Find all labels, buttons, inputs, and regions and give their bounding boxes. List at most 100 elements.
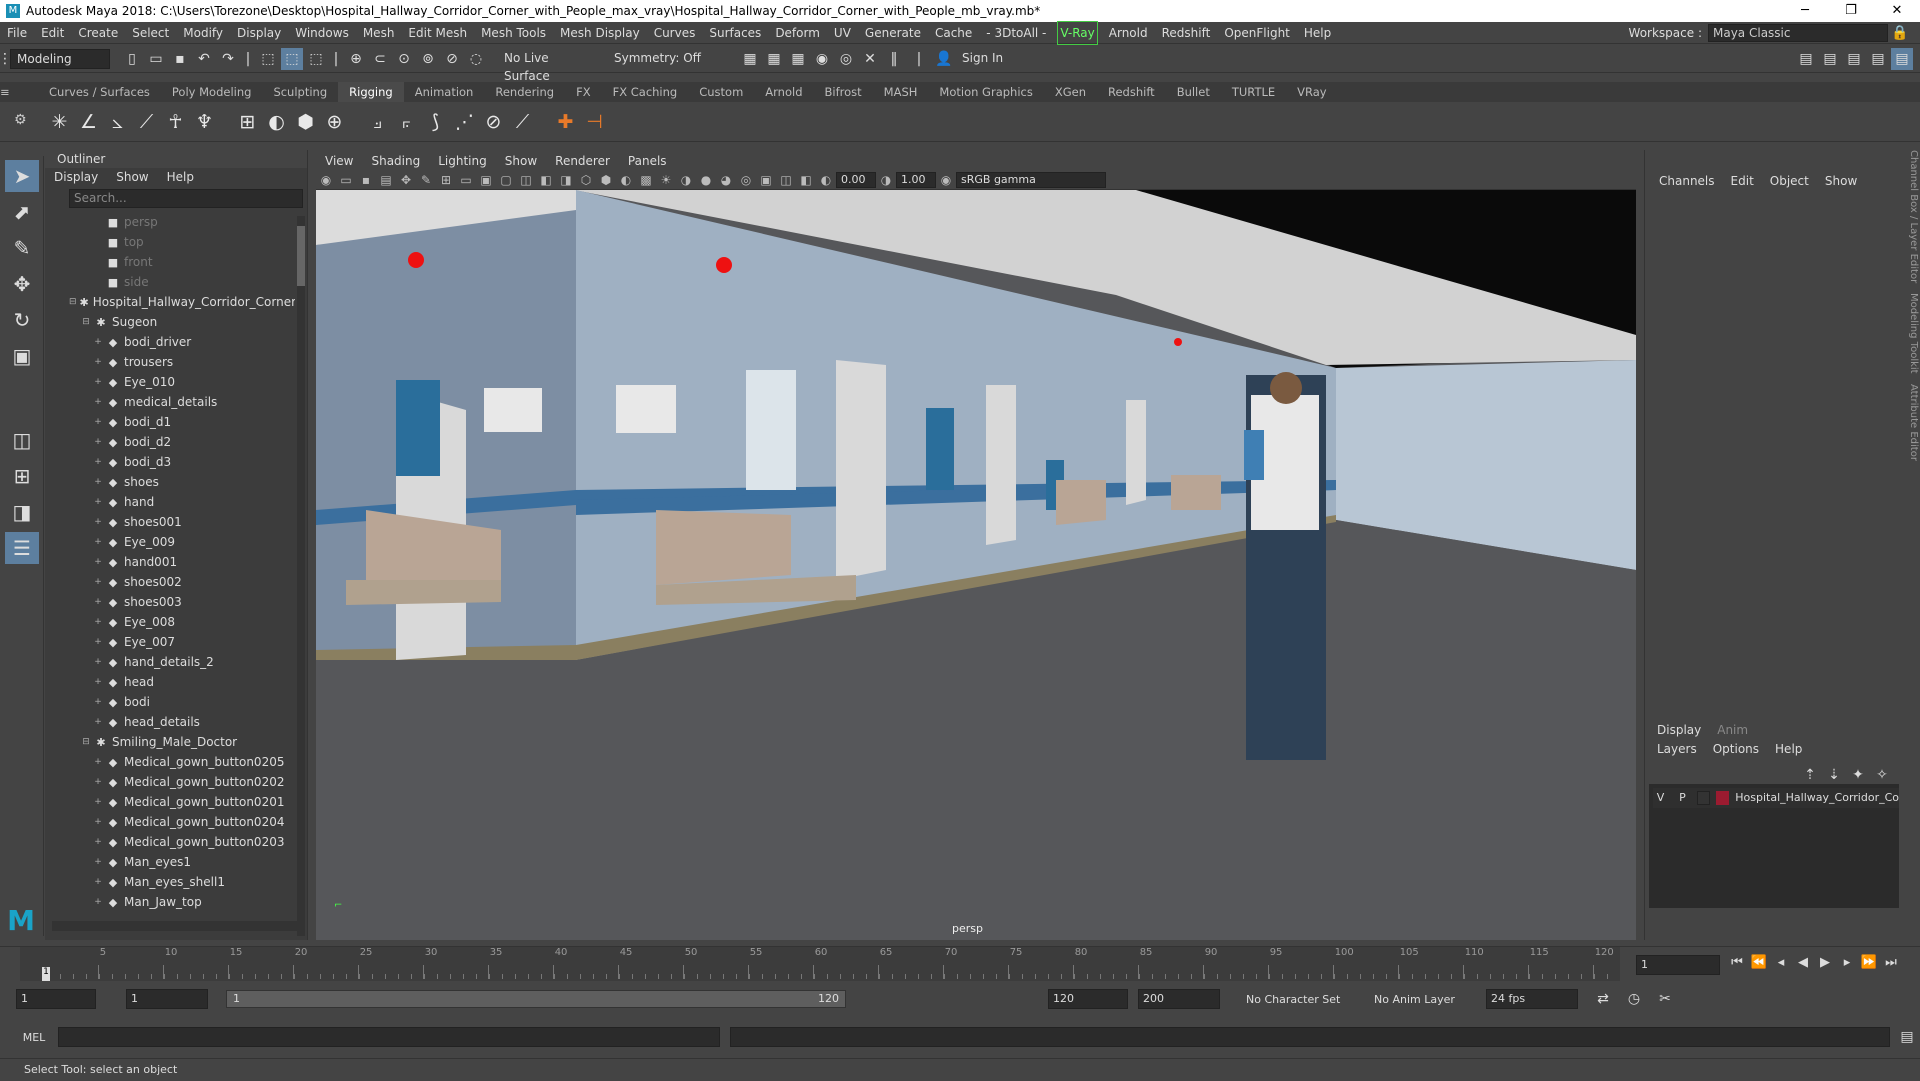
side-tab-modeling-toolkit[interactable]: Modeling Toolkit: [1908, 293, 1919, 374]
two-view-icon[interactable]: ◨: [5, 496, 39, 528]
render-frame-icon[interactable]: ▦: [763, 48, 785, 70]
aim-constraint-icon[interactable]: ⊣: [581, 107, 608, 137]
outliner-mesh-item[interactable]: +◆Man_hair1: [45, 912, 295, 914]
outliner-camera[interactable]: ■ persp: [45, 212, 295, 232]
outliner-mesh-item[interactable]: + ◆ Man_eyes1: [45, 852, 295, 872]
outliner-mesh-item[interactable]: + ◆ Medical_gown_button0204: [45, 812, 295, 832]
close-button[interactable]: ✕: [1874, 0, 1920, 22]
outliner-mesh-item[interactable]: + ◆ Medical_gown_button0205: [45, 752, 295, 772]
menu-curves[interactable]: Curves: [647, 22, 703, 44]
expand-toggle-icon[interactable]: +: [93, 797, 103, 807]
gate-mask-icon[interactable]: ▢: [496, 171, 516, 189]
pause-icon[interactable]: ‖: [883, 48, 905, 70]
expand-toggle-icon[interactable]: ⊟: [69, 297, 77, 307]
layers-menu-layers[interactable]: Layers: [1649, 740, 1705, 758]
range-slider[interactable]: 1 120: [226, 990, 846, 1008]
outliner-mesh-item[interactable]: + ◆ Eye_008: [45, 612, 295, 632]
menu-mesh[interactable]: Mesh: [356, 22, 402, 44]
side-tab-channel-box[interactable]: Channel Box / Layer Editor: [1908, 150, 1919, 283]
anti-alias-icon[interactable]: ◎: [736, 171, 756, 189]
snap-curve-icon[interactable]: ⊂: [369, 48, 391, 70]
blend-shape-icon[interactable]: ⊘: [480, 107, 507, 137]
expand-toggle-icon[interactable]: +: [93, 417, 103, 427]
gamma-field[interactable]: 1.00: [896, 172, 936, 188]
outliner-mesh-item[interactable]: + ◆ bodi_d2: [45, 432, 295, 452]
animation-start-field[interactable]: 1: [16, 989, 96, 1009]
cb-menu-edit[interactable]: Edit: [1723, 170, 1762, 192]
select-component-icon[interactable]: ⬚: [305, 48, 327, 70]
new-layer-selected-icon[interactable]: ✧: [1871, 764, 1893, 786]
textured-icon[interactable]: ▩: [636, 171, 656, 189]
outliner-camera[interactable]: ■ front: [45, 252, 295, 272]
isolate-icon[interactable]: ▣: [756, 171, 776, 189]
expand-toggle-icon[interactable]: +: [93, 577, 103, 587]
character-set-dropdown[interactable]: No Character Set: [1246, 993, 1356, 1006]
symmetry-dropdown[interactable]: Symmetry: Off: [608, 48, 718, 69]
outliner-mesh-item[interactable]: + ◆ hand: [45, 492, 295, 512]
outliner-mesh-item[interactable]: + ◆ Man_eyes_shell1: [45, 872, 295, 892]
sign-in-button[interactable]: Sign In: [956, 48, 1056, 69]
grid-icon[interactable]: ⊞: [436, 171, 456, 189]
interactive-bind-icon[interactable]: ⋰: [451, 107, 478, 137]
ipr-render-icon[interactable]: ▦: [787, 48, 809, 70]
layers-menu-help[interactable]: Help: [1767, 740, 1810, 758]
mel-input[interactable]: [58, 1027, 720, 1047]
layer-row[interactable]: V P Hospital_Hallway_Corridor_Co: [1653, 788, 1899, 808]
shelf-tab[interactable]: XGen: [1044, 82, 1097, 102]
lasso-tool-icon[interactable]: ⬈: [5, 196, 39, 228]
shelf-tab[interactable]: Arnold: [754, 82, 813, 102]
cb-menu-channels[interactable]: Channels: [1651, 170, 1723, 192]
live-surface-field[interactable]: No Live Surface: [498, 48, 598, 83]
vp-menu-panels[interactable]: Panels: [619, 152, 676, 171]
menu-deform[interactable]: Deform: [768, 22, 827, 44]
play-backward-icon[interactable]: ◀: [1792, 955, 1814, 970]
scale-tool-icon[interactable]: ▣: [5, 340, 39, 372]
shelf-tab[interactable]: Animation: [404, 82, 485, 102]
mel-label[interactable]: MEL: [12, 1031, 56, 1044]
layer-tab-anim[interactable]: Anim: [1709, 720, 1756, 740]
layer-visibility-toggle[interactable]: V: [1653, 788, 1668, 808]
go-to-start-icon[interactable]: ⏮: [1726, 955, 1748, 970]
lattice-icon[interactable]: ⊞: [234, 107, 261, 137]
camera-attrs-icon[interactable]: ▭: [336, 171, 356, 189]
outliner-mesh-item[interactable]: + ◆ bodi_driver: [45, 332, 295, 352]
layer-tab-display[interactable]: Display: [1649, 720, 1709, 740]
vray-render-icon[interactable]: ✕: [859, 48, 881, 70]
expand-toggle-icon[interactable]: +: [93, 477, 103, 487]
anim-layer-dropdown[interactable]: No Anim Layer: [1374, 993, 1474, 1006]
fps-dropdown[interactable]: 24 fps: [1486, 989, 1578, 1009]
expand-toggle-icon[interactable]: ⊟: [81, 317, 91, 327]
xray-icon[interactable]: ◫: [776, 171, 796, 189]
quick-rig-icon[interactable]: ☥: [162, 107, 189, 137]
exposure-icon[interactable]: ◐: [816, 171, 836, 189]
outliner-mesh-item[interactable]: + ◆ hand_details_2: [45, 652, 295, 672]
expand-toggle-icon[interactable]: +: [93, 617, 103, 627]
outliner-menu-display[interactable]: Display: [45, 168, 107, 187]
expand-toggle-icon[interactable]: +: [93, 337, 103, 347]
shelf-settings-icon[interactable]: ⚙: [14, 112, 27, 128]
shelf-tab[interactable]: Curves / Surfaces: [38, 82, 161, 102]
snap-view-icon[interactable]: ⊚: [417, 48, 439, 70]
menu-generate[interactable]: Generate: [858, 22, 928, 44]
expand-toggle-icon[interactable]: +: [93, 857, 103, 867]
expand-toggle-icon[interactable]: +: [93, 397, 103, 407]
paint-weights-icon[interactable]: ⟆: [422, 107, 449, 137]
expand-toggle-icon[interactable]: +: [93, 457, 103, 467]
outliner-mesh-item[interactable]: + ◆ Man_Jaw_top: [45, 892, 295, 912]
xray-joints-icon[interactable]: ◧: [796, 171, 816, 189]
outliner-mesh-item[interactable]: + ◆ Medical_gown_button0201: [45, 792, 295, 812]
expand-toggle-icon[interactable]: +: [93, 697, 103, 707]
playback-end-field[interactable]: 120: [1048, 989, 1128, 1009]
shelf-menu-icon[interactable]: ≡: [0, 82, 38, 102]
new-scene-icon[interactable]: ▯: [121, 48, 143, 70]
menu-mesh-display[interactable]: Mesh Display: [553, 22, 647, 44]
vp-menu-show[interactable]: Show: [496, 152, 546, 171]
current-frame-marker[interactable]: 1: [42, 967, 50, 981]
vp-menu-renderer[interactable]: Renderer: [546, 152, 619, 171]
outliner-menu-show[interactable]: Show: [107, 168, 157, 187]
wrap-icon[interactable]: ⬢: [292, 107, 319, 137]
smooth-shade-icon[interactable]: ⬢: [596, 171, 616, 189]
menu-openflight[interactable]: OpenFlight: [1217, 22, 1297, 44]
open-scene-icon[interactable]: ▭: [145, 48, 167, 70]
outliner-camera[interactable]: ■ top: [45, 232, 295, 252]
